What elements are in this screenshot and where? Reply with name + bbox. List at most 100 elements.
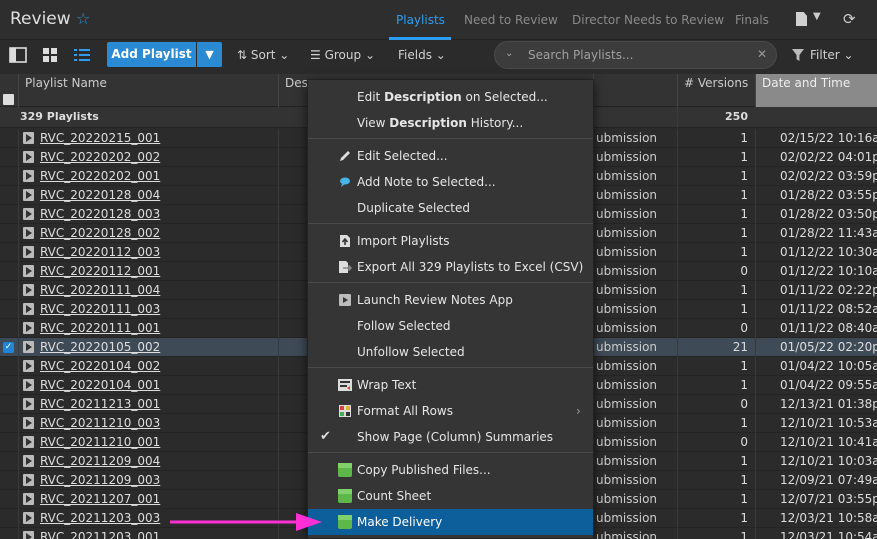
description-cell[interactable] <box>278 224 308 243</box>
description-cell[interactable] <box>278 262 308 281</box>
tab-need-to-review[interactable]: Need to Review <box>464 13 558 27</box>
description-cell[interactable] <box>278 300 308 319</box>
description-cell[interactable] <box>278 471 308 490</box>
menu-text-bold: Description <box>389 116 467 130</box>
status-cell: ubmission <box>593 262 677 281</box>
playlist-name-link[interactable]: RVC_20220104_001 <box>18 376 278 395</box>
refresh-icon[interactable]: ⟳ <box>843 10 856 28</box>
select-all-checkbox[interactable] <box>3 94 14 105</box>
tab-finals[interactable]: Finals <box>735 13 769 27</box>
sidebar-toggle-icon[interactable] <box>9 47 27 63</box>
menu-launch-review-notes[interactable]: Launch Review Notes App <box>308 287 593 313</box>
tab-director-needs-to-review[interactable]: Director Needs to Review <box>572 13 724 27</box>
description-cell[interactable] <box>278 376 308 395</box>
group-label: Group <box>324 48 362 62</box>
description-cell[interactable] <box>278 186 308 205</box>
description-cell[interactable] <box>278 338 308 357</box>
description-cell[interactable] <box>278 490 308 509</box>
playlist-name-link[interactable]: RVC_20220111_004 <box>18 281 278 300</box>
group-button[interactable]: ☰ Group ⌄ <box>310 48 375 62</box>
menu-text: Import Playlists <box>357 234 450 248</box>
playlist-name-link[interactable]: RVC_20211207_001 <box>18 490 278 509</box>
menu-import-playlists[interactable]: Import Playlists <box>308 228 593 254</box>
menu-view-description-history[interactable]: View Description History... <box>308 110 593 136</box>
column-header-status[interactable] <box>593 74 677 107</box>
playlist-name-link[interactable]: RVC_20220202_002 <box>18 148 278 167</box>
playlist-name-link[interactable]: RVC_20211209_004 <box>18 452 278 471</box>
menu-follow-selected[interactable]: Follow Selected <box>308 313 593 339</box>
description-cell[interactable] <box>278 243 308 262</box>
description-cell[interactable] <box>278 167 308 186</box>
fields-button[interactable]: Fields ⌄ <box>398 48 446 62</box>
playlist-name-link[interactable]: RVC_20220128_004 <box>18 186 278 205</box>
column-header-date-time[interactable]: Date and Time <box>755 74 877 107</box>
filter-button[interactable]: Filter ⌄ <box>810 48 854 62</box>
menu-show-page-summaries[interactable]: ✔ Show Page (Column) Summaries <box>308 424 593 450</box>
review-app: Review ☆ Playlists Need to Review Direct… <box>0 0 877 539</box>
status-cell: ubmission <box>593 433 677 452</box>
status-cell: ubmission <box>593 186 677 205</box>
playlist-name-link[interactable]: RVC_20220128_002 <box>18 224 278 243</box>
filter-icon[interactable] <box>792 49 804 61</box>
playlist-name-link[interactable]: RVC_20220202_001 <box>18 167 278 186</box>
date-time-cell: 12/10/21 10:03am <box>755 452 877 471</box>
column-header-versions[interactable]: # Versions <box>677 74 755 107</box>
menu-make-delivery[interactable]: Make Delivery <box>308 509 593 535</box>
tab-playlists[interactable]: Playlists <box>396 13 445 27</box>
playlist-name-link[interactable]: RVC_20211210_001 <box>18 433 278 452</box>
menu-unfollow-selected[interactable]: Unfollow Selected <box>308 339 593 365</box>
description-cell[interactable] <box>278 319 308 338</box>
playlist-name-link[interactable]: RVC_20220111_001 <box>18 319 278 338</box>
status-cell: ubmission <box>593 452 677 471</box>
page-menu-icon[interactable] <box>796 12 807 26</box>
menu-edit-description[interactable]: Edit Description on Selected... <box>308 84 593 110</box>
star-icon[interactable]: ☆ <box>76 9 90 28</box>
status-cell: ubmission <box>593 357 677 376</box>
list-view-icon[interactable] <box>73 47 91 63</box>
playlist-name-link[interactable]: RVC_20220112_001 <box>18 262 278 281</box>
clear-search-icon[interactable]: ✕ <box>757 47 767 61</box>
menu-format-all-rows[interactable]: Format All Rows › <box>308 398 593 424</box>
description-cell[interactable] <box>278 129 308 148</box>
thumbnail-view-icon[interactable] <box>41 47 59 63</box>
description-cell[interactable] <box>278 148 308 167</box>
date-time-cell: 12/09/21 07:49am <box>755 471 877 490</box>
menu-edit-selected[interactable]: Edit Selected... <box>308 143 593 169</box>
playlist-name-link[interactable]: RVC_20220112_003 <box>18 243 278 262</box>
chevron-down-icon[interactable]: ▼ <box>813 11 821 22</box>
playlist-name-link[interactable]: RVC_20220128_003 <box>18 205 278 224</box>
versions-cell: 1 <box>677 452 755 471</box>
playlist-name-link[interactable]: RVC_20220104_002 <box>18 357 278 376</box>
playlist-name-link[interactable]: RVC_20220111_003 <box>18 300 278 319</box>
add-playlist-button[interactable]: Add Playlist <box>107 42 196 67</box>
description-cell[interactable] <box>278 357 308 376</box>
description-cell[interactable] <box>278 281 308 300</box>
description-cell[interactable] <box>278 433 308 452</box>
playlist-name-link[interactable]: RVC_20220215_001 <box>18 129 278 148</box>
description-cell[interactable] <box>278 395 308 414</box>
menu-copy-published-files[interactable]: Copy Published Files... <box>308 457 593 483</box>
search-box: ⌄ ✕ <box>494 41 777 69</box>
add-playlist-dropdown[interactable]: ▼ <box>197 42 222 67</box>
menu-wrap-text[interactable]: Wrap Text <box>308 372 593 398</box>
note-icon <box>340 177 350 187</box>
description-cell[interactable] <box>278 414 308 433</box>
playlist-name-link[interactable]: RVC_20220105_002 <box>18 338 278 357</box>
menu-duplicate-selected[interactable]: Duplicate Selected <box>308 195 593 221</box>
menu-count-sheet[interactable]: Count Sheet <box>308 483 593 509</box>
playlist-name-link[interactable]: RVC_20211210_003 <box>18 414 278 433</box>
menu-export-csv[interactable]: Export All 329 Playlists to Excel (CSV) <box>308 254 593 280</box>
description-cell[interactable] <box>278 452 308 471</box>
sort-button[interactable]: ⇅ Sort ⌄ <box>237 48 289 62</box>
column-header-description[interactable]: Desc <box>278 74 308 107</box>
chevron-down-icon[interactable]: ⌄ <box>505 48 513 59</box>
playlist-name-link[interactable]: RVC_20211213_001 <box>18 395 278 414</box>
description-cell[interactable] <box>278 205 308 224</box>
menu-add-note[interactable]: Add Note to Selected... <box>308 169 593 195</box>
row-checkbox[interactable]: ✓ <box>3 342 14 353</box>
versions-cell: 1 <box>677 509 755 528</box>
versions-cell: 1 <box>677 205 755 224</box>
playlist-name-link[interactable]: RVC_20211209_003 <box>18 471 278 490</box>
column-header-playlist-name[interactable]: Playlist Name <box>18 74 278 107</box>
search-input[interactable] <box>528 46 753 64</box>
